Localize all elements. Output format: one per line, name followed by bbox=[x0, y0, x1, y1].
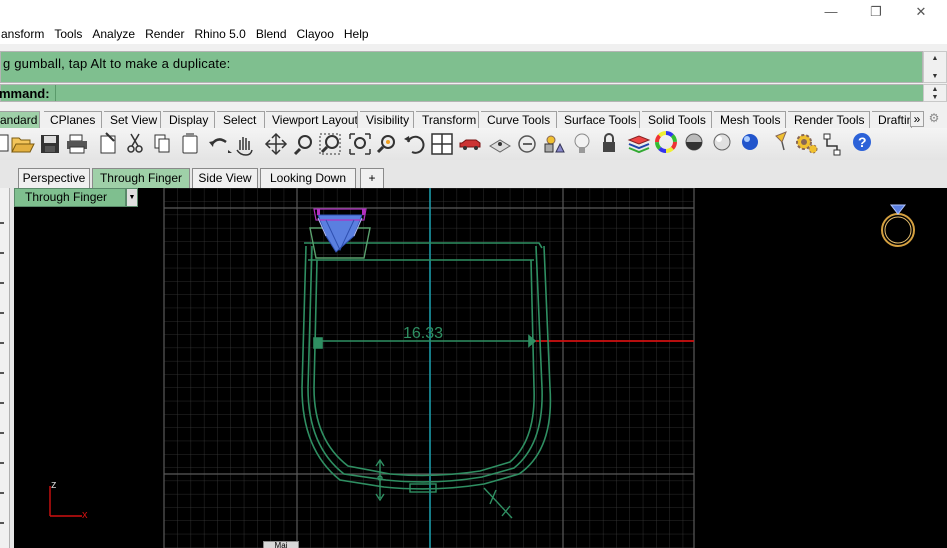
copy-icon bbox=[154, 134, 170, 153]
cut-icon bbox=[127, 133, 143, 153]
construction-plane-icon bbox=[489, 139, 511, 153]
tab-select[interactable]: Select bbox=[217, 111, 265, 128]
tab-visibility[interactable]: Visibility bbox=[360, 111, 414, 128]
view-ring-icon[interactable] bbox=[881, 204, 915, 247]
shapes-icon bbox=[544, 135, 565, 153]
viewport-tab-perspective[interactable]: Perspective bbox=[18, 168, 90, 188]
history-scrollbar[interactable]: ▲ ▼ bbox=[923, 51, 947, 83]
command-line: mmand: bbox=[0, 84, 923, 102]
tab-mesh-tools[interactable]: Mesh Tools bbox=[714, 111, 786, 128]
sphere-shaded-icon bbox=[713, 133, 731, 151]
command-input[interactable] bbox=[55, 85, 923, 101]
viewport-tab-side-view[interactable]: Side View bbox=[192, 168, 258, 188]
tab-curve-tools[interactable]: Curve Tools bbox=[481, 111, 557, 128]
tab-standard[interactable]: andard bbox=[0, 111, 40, 128]
svg-text:?: ? bbox=[858, 134, 867, 150]
car-icon bbox=[459, 139, 481, 150]
spin-up-icon[interactable]: ▲ bbox=[924, 85, 946, 93]
sphere-gray-icon bbox=[685, 133, 703, 151]
minimize-button[interactable]: — bbox=[808, 0, 854, 23]
axis-z-label: z bbox=[51, 479, 57, 491]
viewport-title[interactable]: Through Finger bbox=[14, 188, 126, 207]
tab-display[interactable]: Display bbox=[163, 111, 215, 128]
lamp-icon bbox=[775, 131, 787, 151]
rotate-icon bbox=[404, 135, 425, 154]
spin-down-icon[interactable]: ▼ bbox=[924, 93, 946, 101]
menu-clayoo[interactable]: Clayoo bbox=[292, 27, 339, 41]
pan-icon bbox=[236, 137, 253, 156]
tab-solid-tools[interactable]: Solid Tools bbox=[642, 111, 712, 128]
print-icon bbox=[67, 134, 87, 154]
bulb-icon bbox=[574, 133, 590, 153]
circle-tool-icon bbox=[518, 135, 536, 153]
tab-viewport-layout[interactable]: Viewport Layout bbox=[266, 111, 358, 128]
close-icon: ✕ bbox=[915, 3, 927, 19]
menu-rhino[interactable]: Rhino 5.0 bbox=[189, 27, 250, 41]
zoom-icon bbox=[293, 135, 312, 156]
sphere-blue-icon bbox=[742, 134, 758, 150]
menu-analyze[interactable]: Analyze bbox=[87, 27, 140, 41]
color-wheel-icon bbox=[655, 131, 677, 153]
dimension-label: 16.33 bbox=[403, 325, 443, 342]
menu-help[interactable]: Help bbox=[339, 27, 374, 41]
model-tab[interactable]: Mai bbox=[263, 541, 299, 548]
four-views-icon bbox=[431, 133, 453, 155]
viewport-tab-looking-down[interactable]: Looking Down bbox=[260, 168, 356, 188]
layers-icon bbox=[627, 135, 651, 154]
close-button[interactable]: ✕ bbox=[898, 0, 944, 23]
construction-grid bbox=[164, 188, 694, 548]
restore-button[interactable]: ❐ bbox=[853, 0, 899, 23]
tab-transform[interactable]: Transform bbox=[416, 111, 479, 128]
toolbar-tab-strip: andard CPlanes Set View Display Select V… bbox=[0, 110, 947, 128]
undo-icon bbox=[209, 138, 232, 153]
new-file-icon bbox=[0, 134, 9, 152]
tab-drafting[interactable]: Draftin bbox=[872, 111, 912, 128]
scroll-up-icon[interactable]: ▲ bbox=[924, 52, 946, 64]
menu-blend[interactable]: Blend bbox=[251, 27, 292, 41]
menu-tools[interactable]: Tools bbox=[49, 27, 87, 41]
tab-surface-tools[interactable]: Surface Tools bbox=[558, 111, 640, 128]
minimize-icon: — bbox=[824, 4, 838, 19]
tab-set-view[interactable]: Set View bbox=[104, 111, 161, 128]
command-history: g gumball, tap Alt to make a duplicate: bbox=[0, 51, 923, 83]
viewport-canvas: z x 16.33 bbox=[49, 188, 915, 548]
menu-render[interactable]: Render bbox=[140, 27, 189, 41]
open-folder-icon bbox=[11, 137, 35, 153]
toolbar-icons-svg: ? bbox=[0, 131, 871, 156]
restore-icon: ❐ bbox=[870, 3, 882, 19]
menu-transform[interactable]: ansform bbox=[0, 27, 49, 41]
add-viewport-tab-button[interactable]: + bbox=[360, 168, 384, 188]
command-prompt: mmand: bbox=[0, 86, 50, 101]
menu-bar: ansform Tools Analyze Render Rhino 5.0 B… bbox=[0, 23, 947, 44]
scroll-down-icon[interactable]: ▼ bbox=[924, 70, 946, 82]
toolbar-settings-icon[interactable]: ⚙ bbox=[926, 111, 942, 127]
command-spinner[interactable]: ▲ ▼ bbox=[923, 84, 947, 102]
tab-overflow-button[interactable]: » bbox=[910, 111, 924, 127]
paste-icon bbox=[182, 133, 198, 154]
standard-toolbar: ? bbox=[0, 128, 947, 160]
left-edge-strip bbox=[0, 188, 10, 548]
viewport-through-finger[interactable]: z x 16.33 Through Finger ▼ bbox=[14, 188, 947, 548]
tab-cplanes[interactable]: CPlanes bbox=[44, 111, 102, 128]
import-icon bbox=[100, 132, 116, 154]
save-icon bbox=[41, 135, 59, 153]
help-icon: ? bbox=[853, 133, 871, 151]
title-bar: — ❐ ✕ bbox=[0, 0, 947, 23]
zoom-extents-icon bbox=[349, 133, 371, 155]
tab-render-tools[interactable]: Render Tools bbox=[788, 111, 870, 128]
zoom-window-icon bbox=[319, 133, 341, 155]
connect-icon bbox=[823, 133, 841, 156]
lock-icon bbox=[603, 133, 615, 152]
viewport-menu-dropdown-icon[interactable]: ▼ bbox=[126, 188, 138, 207]
rotate-view-icon bbox=[264, 132, 288, 156]
settings-icon bbox=[796, 134, 818, 154]
command-history-text: g gumball, tap Alt to make a duplicate: bbox=[3, 56, 231, 71]
viewport-tab-through-finger[interactable]: Through Finger bbox=[92, 168, 190, 188]
axis-x-label: x bbox=[82, 509, 88, 521]
zoom-selected-icon bbox=[376, 135, 395, 154]
